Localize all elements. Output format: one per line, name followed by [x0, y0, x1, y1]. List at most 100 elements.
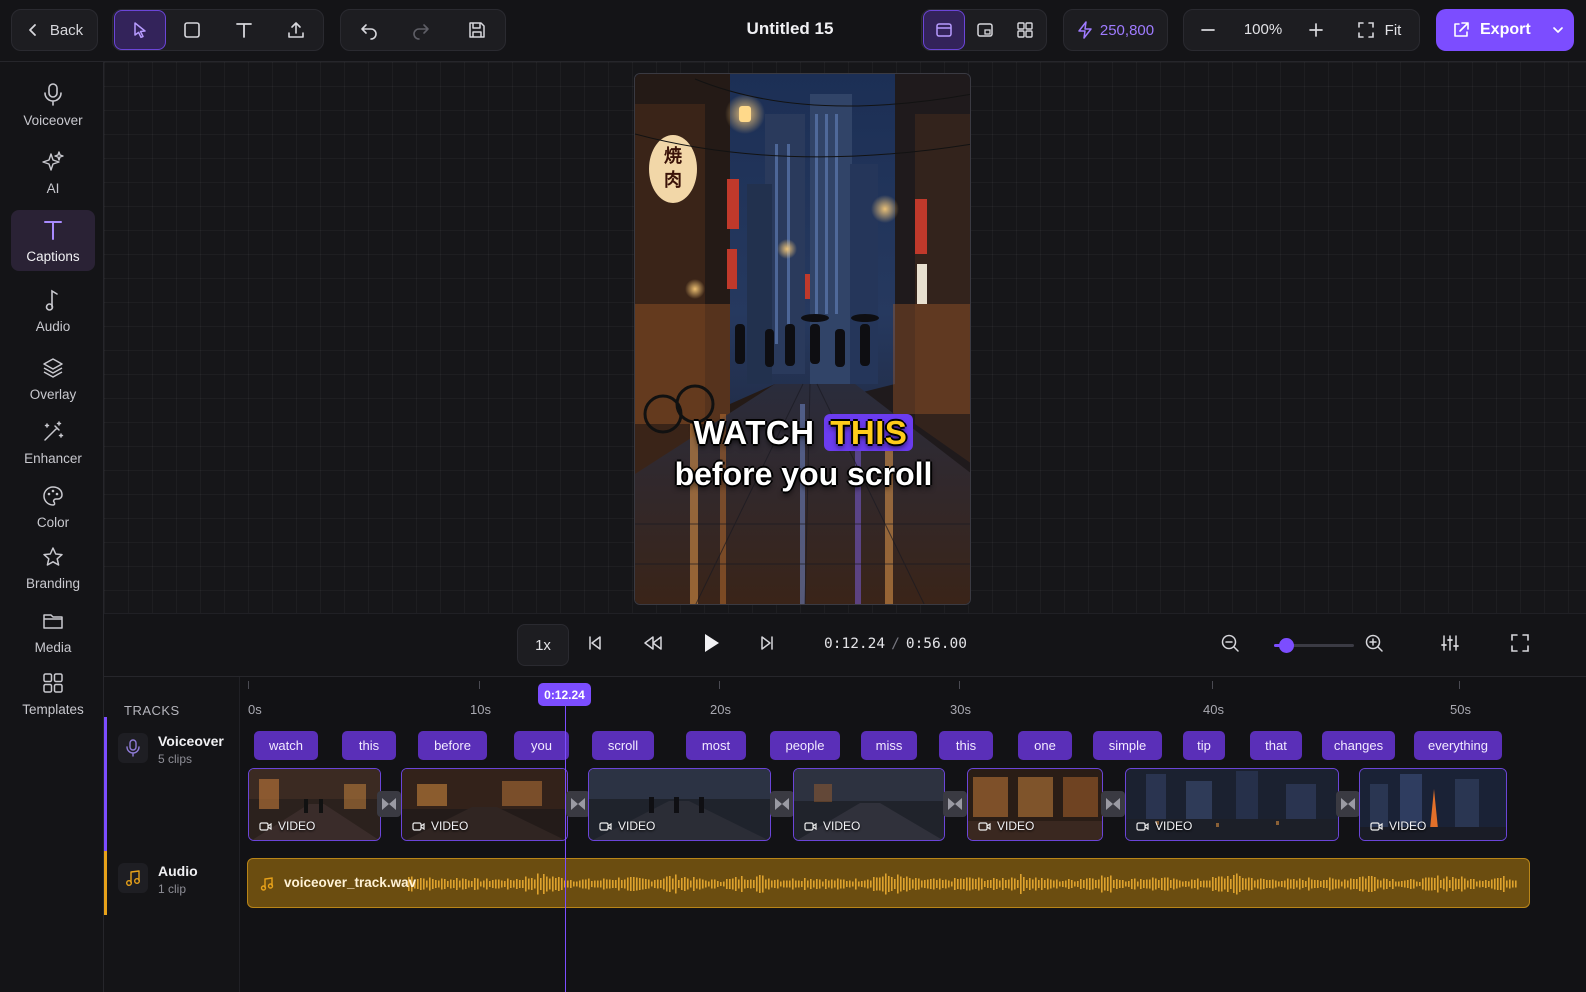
sidebar-item-ai[interactable]: AI	[11, 141, 95, 203]
caption-word-chip[interactable]: simple	[1093, 731, 1162, 760]
text-tool-button[interactable]	[218, 10, 270, 50]
caption-word-chip[interactable]: everything	[1414, 731, 1502, 760]
waveform-bar	[909, 878, 911, 890]
caption-word-chip[interactable]: most	[686, 731, 746, 760]
caption-word-chip[interactable]: watch	[254, 731, 318, 760]
video-clip[interactable]: VIDEO	[793, 768, 945, 841]
sidebar-item-templates[interactable]: Templates	[11, 662, 95, 724]
caption-word-chip[interactable]: this	[939, 731, 993, 760]
credits-badge[interactable]: 250,800	[1063, 9, 1168, 51]
transition-marker[interactable]	[377, 791, 401, 817]
rectangle-tool-button[interactable]	[166, 10, 218, 50]
waveform-bar	[1509, 879, 1511, 889]
upload-icon	[286, 20, 306, 40]
layout-single-button[interactable]	[923, 10, 965, 50]
waveform-bar	[585, 879, 587, 889]
waveform-bar	[1044, 880, 1046, 888]
waveform-bar	[459, 880, 461, 888]
transition-marker[interactable]	[943, 791, 967, 817]
video-clip[interactable]: VIDEO	[1359, 768, 1507, 841]
audio-track-header[interactable]: Audio 1 clip	[104, 851, 240, 915]
timeline-zoom-slider[interactable]	[1274, 638, 1354, 653]
playhead-time[interactable]: 0:12.24	[538, 683, 591, 706]
caption-word-chip[interactable]: that	[1250, 731, 1302, 760]
undo-button[interactable]	[343, 10, 395, 50]
caption-word-chip[interactable]: miss	[861, 731, 917, 760]
caption-word-chip[interactable]: this	[342, 731, 396, 760]
waveform-bar	[1155, 878, 1157, 890]
caption-line-2[interactable]: before you scroll	[635, 456, 970, 493]
sidebar-item-captions[interactable]: Captions	[11, 210, 95, 271]
waveform-bar	[714, 879, 716, 889]
caption-line-1[interactable]: WATCH THIS	[635, 414, 970, 452]
fit-button[interactable]: Fit	[1344, 10, 1414, 50]
layout-grid-button[interactable]	[1005, 10, 1045, 50]
export-button[interactable]: Export	[1436, 9, 1574, 51]
mixer-sliders-icon[interactable]	[1440, 633, 1460, 653]
timeline[interactable]: TRACKS Voiceover 5 clips Audio 1 clip 0s…	[104, 677, 1586, 992]
caption-word-chip[interactable]: you	[514, 731, 569, 760]
video-clip[interactable]: VIDEO	[967, 768, 1103, 841]
caption-word-chip[interactable]: people	[770, 731, 840, 760]
save-button[interactable]	[451, 10, 503, 50]
waveform-bar	[1266, 880, 1268, 888]
skip-to-start-icon[interactable]	[585, 633, 605, 653]
transition-marker[interactable]	[1336, 791, 1360, 817]
waveform-bar	[1131, 879, 1133, 889]
playback-speed-button[interactable]: 1x	[517, 624, 569, 666]
play-icon[interactable]	[700, 631, 722, 655]
waveform-bar	[957, 879, 959, 889]
skip-to-end-icon[interactable]	[757, 633, 777, 653]
back-button[interactable]: Back	[12, 10, 97, 50]
video-preview[interactable]: 焼 肉 WATCH THIS before you scroll	[634, 73, 971, 605]
redo-button[interactable]	[395, 10, 447, 50]
transition-marker[interactable]	[566, 791, 590, 817]
sidebar-item-audio[interactable]: Audio	[11, 279, 95, 341]
waveform-bar	[1218, 876, 1220, 892]
select-tool-button[interactable]	[114, 10, 166, 50]
audio-clip[interactable]: voiceover_track.wav	[247, 858, 1530, 908]
chevron-down-icon[interactable]	[1551, 23, 1565, 37]
waveform-bar	[1398, 881, 1400, 887]
timeline-zoom-in-icon[interactable]	[1364, 633, 1384, 653]
voiceover-track-header[interactable]: Voiceover 5 clips	[104, 717, 240, 851]
video-clip[interactable]: VIDEO	[1125, 768, 1339, 841]
sidebar-item-enhancer[interactable]: Enhancer	[11, 411, 95, 473]
transition-marker[interactable]	[770, 791, 794, 817]
upload-button[interactable]	[270, 10, 322, 50]
timecode: 0:12.24 / 0:56.00	[824, 636, 967, 652]
caption-word-chip[interactable]: tip	[1183, 731, 1225, 760]
document-title[interactable]: Untitled 15	[690, 19, 890, 39]
zoom-in-button[interactable]	[1296, 10, 1336, 50]
fullscreen-icon[interactable]	[1510, 633, 1530, 653]
video-clip[interactable]: VIDEO	[401, 768, 568, 841]
zoom-out-button[interactable]	[1188, 10, 1228, 50]
video-camera-icon	[1136, 821, 1149, 832]
video-clip[interactable]: VIDEO	[588, 768, 771, 841]
waveform-bar	[645, 879, 647, 889]
sidebar-item-color[interactable]: Color	[11, 475, 95, 537]
caption-word-chip[interactable]: changes	[1322, 731, 1395, 760]
transition-marker[interactable]	[1101, 791, 1125, 817]
caption-word-chip[interactable]: scroll	[592, 731, 654, 760]
layout-pip-button[interactable]	[965, 10, 1005, 50]
playhead-line[interactable]	[565, 699, 566, 992]
timeline-zoom-out-icon[interactable]	[1220, 633, 1240, 653]
waveform-bar	[651, 881, 653, 887]
rewind-icon[interactable]	[642, 633, 664, 653]
video-clip[interactable]: VIDEO	[248, 768, 381, 841]
waveform-bar	[804, 878, 806, 890]
zoom-slider-knob[interactable]	[1279, 638, 1294, 653]
waveform-bar	[1305, 881, 1307, 887]
sidebar-item-branding[interactable]: Branding	[11, 536, 95, 598]
audio-track-indicator	[104, 851, 107, 915]
waveform-bar	[1233, 875, 1235, 893]
waveform-bar	[765, 879, 767, 889]
sidebar-item-media[interactable]: Media	[11, 600, 95, 662]
sidebar-item-overlay[interactable]: Overlay	[11, 347, 95, 409]
waveform-bar	[429, 877, 431, 891]
caption-word-chip[interactable]: one	[1018, 731, 1072, 760]
sidebar-item-voiceover[interactable]: Voiceover	[11, 73, 95, 135]
caption-word-chip[interactable]: before	[418, 731, 487, 760]
sidebar-item-label: Branding	[25, 575, 81, 591]
